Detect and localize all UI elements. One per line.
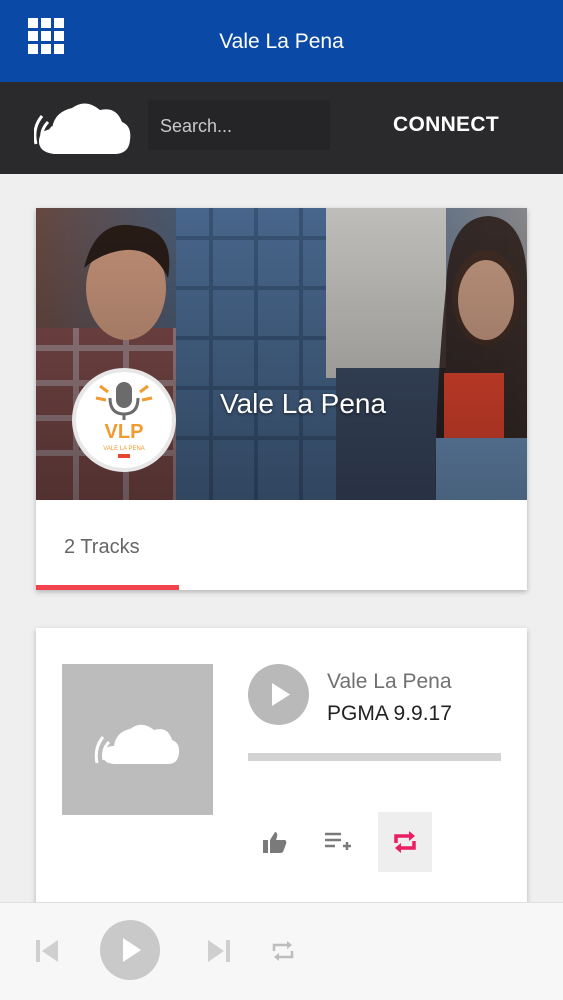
track-artist: Vale La Pena (327, 670, 452, 693)
next-icon (208, 940, 230, 962)
repeat-icon (272, 941, 294, 961)
add-to-queue-icon (325, 832, 351, 850)
previous-button[interactable] (28, 932, 66, 970)
avatar-logo-text: VLP (105, 421, 144, 443)
previous-icon (36, 940, 58, 962)
artist-card: VLP VALE LA PENA Vale La Pena 2 Tracks (36, 208, 527, 590)
avatar-logo-subtext: VALE LA PENA (103, 446, 145, 452)
track-artwork[interactable] (62, 664, 213, 815)
artist-avatar: VLP VALE LA PENA (72, 368, 176, 472)
next-button[interactable] (200, 932, 238, 970)
artist-name: Vale La Pena (220, 388, 387, 419)
search-input[interactable]: Search... (148, 100, 330, 150)
repeat-button[interactable] (264, 932, 302, 970)
track-progress-bar[interactable] (248, 753, 501, 761)
tab-tracks[interactable]: 2 Tracks (64, 536, 140, 559)
track-play-button[interactable] (248, 664, 309, 725)
like-icon (263, 832, 287, 853)
active-tab-indicator (36, 585, 179, 590)
add-to-queue-button[interactable] (311, 812, 365, 872)
track-card: Vale La Pena PGMA 9.9.17 (36, 628, 527, 918)
soundcloud-cloud-icon (34, 103, 131, 154)
repost-button[interactable] (378, 812, 432, 872)
play-icon (272, 683, 290, 706)
app-bar: Vale La Pena (0, 0, 563, 82)
track-title: PGMA 9.9.17 (327, 702, 452, 725)
repost-icon (394, 831, 416, 853)
app-title: Vale La Pena (219, 30, 344, 53)
connect-button[interactable]: CONNECT (380, 113, 512, 137)
like-button[interactable] (248, 812, 302, 872)
player-play-button[interactable] (100, 920, 160, 980)
play-icon (123, 938, 141, 962)
soundcloud-cloud-icon (94, 724, 180, 764)
